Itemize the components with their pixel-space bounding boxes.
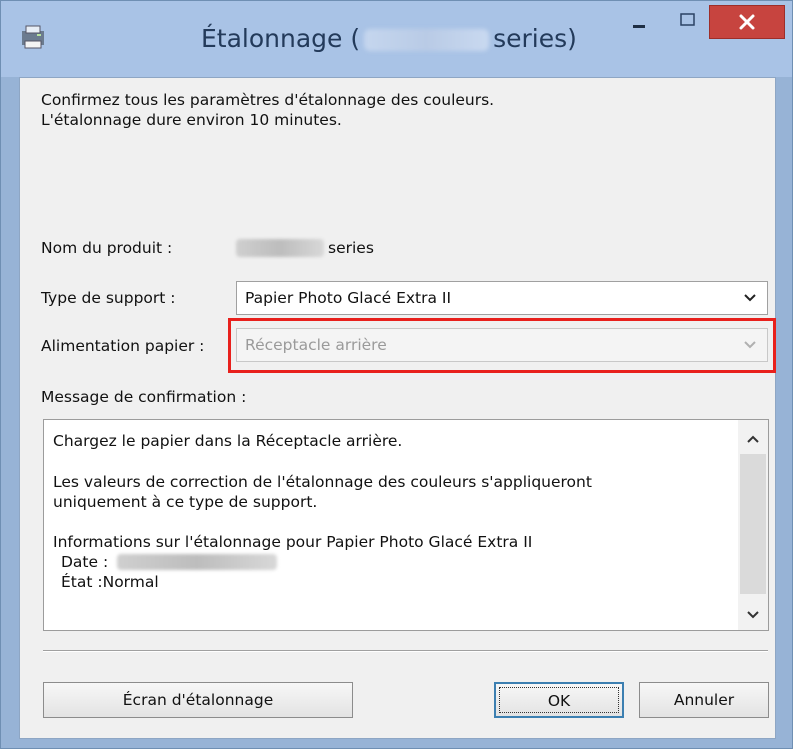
redacted-model-name xyxy=(364,29,490,51)
product-name-suffix: series xyxy=(328,239,374,257)
message-line-date: Date : xyxy=(61,553,109,571)
paper-source-label: Alimentation papier : xyxy=(41,337,205,355)
message-line: uniquement à ce type de support. xyxy=(53,493,318,511)
product-name-label: Nom du produit : xyxy=(41,239,173,257)
scroll-down-icon[interactable] xyxy=(746,608,760,622)
title-bar[interactable]: Étalonnage ( series) xyxy=(1,1,792,77)
printer-app-icon xyxy=(22,25,44,49)
media-type-label: Type de support : xyxy=(41,289,176,307)
redacted-date xyxy=(117,554,277,570)
maximize-icon xyxy=(680,13,695,26)
window-title-prefix: Étalonnage ( xyxy=(201,24,361,53)
dialog-client-area: Confirmez tous les paramètres d'étalonna… xyxy=(19,77,776,739)
intro-line-1: Confirmez tous les paramètres d'étalonna… xyxy=(41,91,495,109)
scrollbar-thumb[interactable] xyxy=(740,454,766,594)
window-title-suffix: series) xyxy=(493,24,577,53)
message-line-state: État :Normal xyxy=(61,573,159,591)
redacted-product-name xyxy=(236,239,324,257)
cancel-button[interactable]: Annuler xyxy=(639,682,769,718)
media-type-selected-value: Papier Photo Glacé Extra II xyxy=(245,289,452,307)
close-icon xyxy=(739,14,755,30)
scroll-up-icon[interactable] xyxy=(746,432,760,446)
message-line: Chargez le papier dans la Réceptacle arr… xyxy=(53,432,403,450)
calibration-dialog: Étalonnage ( series) Confirmez tous les p… xyxy=(0,0,793,749)
close-button[interactable] xyxy=(709,5,785,39)
confirmation-message-label: Message de confirmation : xyxy=(41,388,247,406)
maximize-button[interactable] xyxy=(665,5,709,39)
message-line: Informations sur l'étalonnage pour Papie… xyxy=(53,533,533,551)
chevron-down-icon xyxy=(744,294,756,302)
intro-line-2: L'étalonnage dure environ 10 minutes. xyxy=(41,111,342,129)
ok-button[interactable]: OK xyxy=(494,682,624,718)
calibration-screen-button[interactable]: Écran d'étalonnage xyxy=(43,682,353,718)
window-title: Étalonnage ( series) xyxy=(201,17,601,61)
message-scrollbar[interactable] xyxy=(738,420,768,630)
message-line: Les valeurs de correction de l'étalonnag… xyxy=(53,473,592,491)
minimize-icon xyxy=(633,25,645,28)
confirmation-message-box[interactable]: Chargez le papier dans la Réceptacle arr… xyxy=(43,419,769,631)
minimize-button[interactable] xyxy=(617,5,663,39)
paper-source-highlight-box xyxy=(228,318,776,373)
focus-ring xyxy=(499,687,619,713)
divider xyxy=(43,650,768,652)
media-type-select[interactable]: Papier Photo Glacé Extra II xyxy=(236,281,768,315)
